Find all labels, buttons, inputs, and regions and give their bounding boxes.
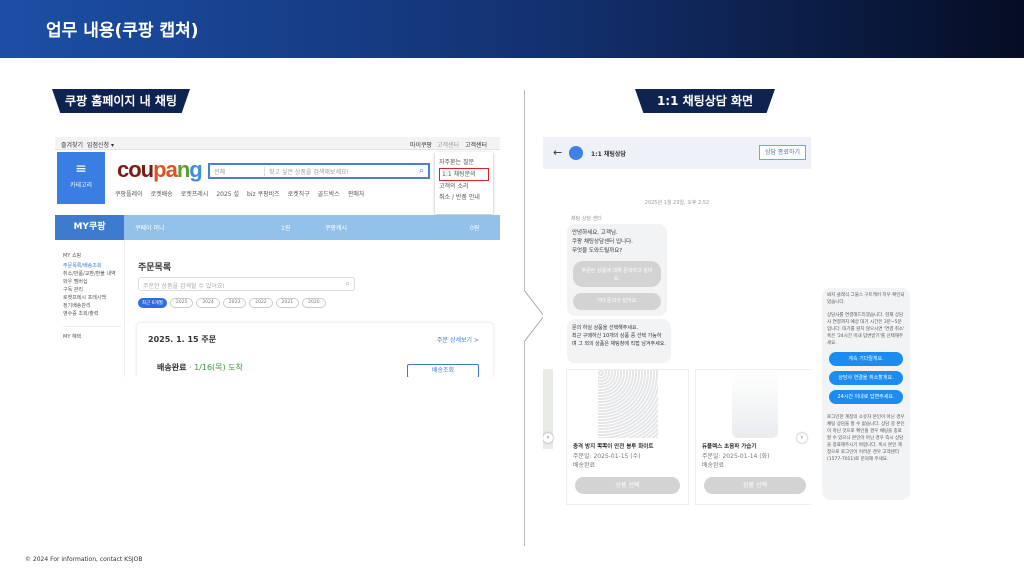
product-date: 주문일: 2025-01-14 (화) (702, 453, 770, 460)
side-item[interactable]: 와우 멤버십 (63, 278, 121, 286)
delivery-date: · 1/16(목) 도착 (186, 363, 243, 372)
side-item[interactable]: 영수증 조회/출력 (63, 310, 121, 318)
product-status: 배송완료 (702, 462, 725, 469)
keep-waiting-button[interactable]: 계속 기다릴게요. (829, 352, 903, 366)
product-card: 듀플렉스 초음파 가습기주문일: 2025-01-14 (화) 배송완료 상품 선… (695, 369, 811, 505)
option-order-inquiry-button[interactable]: 주문한 상품에 대해 문의하고 싶어요. (573, 261, 661, 287)
category-button[interactable]: ≡ 카테고리 (57, 152, 105, 204)
year-filter[interactable]: 최근 6개월 (138, 298, 167, 308)
coupay-label: 쿠페이 머니 (135, 225, 165, 232)
product-image (597, 370, 658, 438)
quick-link[interactable]: biz 쿠팡비즈 (247, 189, 280, 198)
left-section-tag: 쿠팡 홈페이지 내 채팅 (52, 89, 190, 113)
year-filter[interactable]: 2022 (249, 298, 273, 308)
year-filter[interactable]: 2024 (196, 298, 220, 308)
year-filter[interactable]: 2023 (222, 298, 247, 308)
footer-text: © 2024 For information, contact KSJOB (25, 556, 143, 563)
quick-links: 쿠팡플레이 로켓배송 로켓프레시 2025 설 biz 쿠팡비즈 로켓직구 골드박스 판매자 (115, 189, 364, 198)
cash-label: 쿠팡캐시 (325, 225, 348, 232)
dropdown-item-voice[interactable]: 고객의 소리 (439, 181, 489, 192)
search-bar[interactable]: 전체 찾고 싶은 상품을 검색해보세요! ⌕ (208, 163, 430, 179)
quick-link[interactable]: 판매자 (348, 189, 365, 198)
product-name: 충격 방지 뽁뽁이 안전 봉투 화이트 (573, 444, 654, 450)
quick-link[interactable]: 로켓프레시 (181, 189, 209, 198)
side-menu: MY 쇼핑 주문목록/배송조회 취소/반품/교환/환불 내역 와우 멤버십 구독… (63, 252, 121, 341)
cs-menu[interactable]: 고객센터 (437, 140, 459, 149)
chat-avatar (569, 146, 583, 160)
side-item[interactable]: 로켓프레시 프레시백 (63, 294, 121, 302)
chat-timestamp: 2025년 1월 23일, 오후 2:52 (644, 200, 710, 206)
reply-within-24h-button[interactable]: 24시간 이내로 답변주세요. (829, 390, 903, 404)
quick-link[interactable]: 로켓직구 (288, 189, 310, 198)
coupang-screenshot: 즐겨찾기 입점신청 ▾ 마이쿠팡 고객센터 고객센터 ≡ 카테고리 coupan… (55, 137, 500, 377)
side-item[interactable]: 주문목록/배송조회 (63, 262, 121, 270)
side-item[interactable]: 구독 관리 (63, 286, 121, 294)
track-delivery-button[interactable]: 배송조회 (407, 364, 479, 377)
quick-link[interactable]: 쿠팡플레이 (115, 189, 143, 198)
product-status: 배송완료 (573, 462, 596, 469)
product-name: 듀플렉스 초음파 가습기 (702, 444, 757, 450)
select-product-button[interactable]: 상품 선택 (575, 477, 680, 494)
title-bar: 업무 내용(쿠팡 캡쳐) (0, 0, 1024, 58)
back-arrow-icon[interactable]: ← (553, 146, 562, 159)
order-date: 2025. 1. 15 주문 (148, 335, 217, 344)
quick-link[interactable]: 로켓배송 (151, 189, 173, 198)
order-title: 주문목록 (138, 263, 172, 273)
chat-message: 봐지 클래식 그물스 구트케어 지우 확인되었습니다. (827, 293, 905, 305)
mycoupang-link[interactable]: 마이쿠팡 (410, 140, 432, 149)
product-image (732, 370, 778, 438)
product-date: 주문일: 2025-01-15 (수) (573, 453, 641, 460)
cs-dropdown: 자주묻는 질문 1:1 채팅문의 고객의 소리 취소 / 반품 안내 (435, 152, 493, 214)
year-filters: 최근 6개월 2025 2024 2023 2022 2021 2020 (138, 298, 326, 308)
search-icon[interactable]: ⌕ (419, 166, 428, 176)
quick-link[interactable]: 2025 설 (216, 189, 239, 198)
quick-link[interactable]: 골드박스 (318, 189, 340, 198)
category-label: 카테고리 (69, 182, 93, 189)
chat-title: 1:1 채팅상담 (591, 151, 626, 158)
dropdown-item-return[interactable]: 취소 / 반품 안내 (439, 192, 489, 203)
search-input[interactable]: 찾고 싶은 상품을 검색해보세요! (265, 167, 419, 176)
option-other-inquiry-button[interactable]: 기타 문의가 있어요. (573, 293, 661, 310)
cancel-connection-button[interactable]: 상담사 연결을 취소할게요. (829, 371, 903, 385)
order-search-input[interactable]: 주문한 상품을 검색할 수 있어요! ⌕ (138, 277, 355, 291)
side-heading: MY 혜택 (63, 326, 121, 341)
side-item[interactable]: 취소/반품/교환/환불 내역 (63, 270, 121, 278)
menu-icon: ≡ (75, 161, 87, 177)
cash-value: 0원 (470, 225, 480, 232)
side-heading: MY 쇼핑 (63, 253, 82, 259)
chevron-left-icon[interactable]: ‹ (543, 433, 553, 443)
greeting-text: 안녕하세요, 고객님. 쿠팡 채팅상담센터 입니다. 무엇을 도와드릴까요? (572, 230, 633, 254)
mycoupang-title[interactable]: MY쿠팡 (55, 215, 124, 240)
select-prompt-bubble: 문의 하실 상품을 선택해주세요. 최근 구매하신 10개의 상품 중 선택 가… (567, 319, 671, 363)
select-product-button[interactable]: 상품 선택 (704, 477, 806, 494)
dropdown-item-faq[interactable]: 자주묻는 질문 (439, 157, 489, 168)
product-card: 충격 방지 뽁뽁이 안전 봉투 화이트주문일: 2025-01-15 (수) 배송… (566, 369, 689, 505)
chat-message: 상담사를 연결해드리겠습니다. 현재 상담사 연결까지 예상 대기 시간은 3분… (827, 313, 905, 346)
bookmark-link[interactable]: 즐겨찾기 (61, 140, 83, 149)
chat-continuation: 봐지 클래식 그물스 구트케어 지우 확인되었습니다. 상담사를 연결해드리겠습… (822, 288, 910, 500)
chevron-right-icon[interactable]: › (797, 433, 807, 443)
sender-name: 채팅 상담 센터 (571, 216, 602, 222)
chat-message: 로그인한 계정의 소유자 본인이 아닌 경우 채팅 상담을 할 수 없습니다. … (827, 415, 905, 462)
delivery-status: 배송완료 (157, 363, 187, 372)
search-icon[interactable]: ⌕ (346, 280, 350, 288)
chat-screenshot: ← 1:1 채팅상담 상담 종료하기 2025년 1월 23일, 오후 2:52… (543, 137, 811, 505)
order-search-placeholder: 주문한 상품을 검색할 수 있어요! (143, 283, 225, 290)
search-category[interactable]: 전체 (210, 166, 265, 176)
side-item[interactable]: 정기배송관리 (63, 302, 121, 310)
seller-link[interactable]: 입점신청 ▾ (87, 140, 114, 149)
coupay-value: 1원 (281, 225, 291, 232)
year-filter[interactable]: 2025 (169, 298, 194, 308)
cs-link[interactable]: 고객센터 (465, 140, 487, 149)
order-detail-link[interactable]: 주문 상세보기 > (437, 335, 479, 344)
coupang-logo[interactable]: coupang (117, 157, 203, 183)
year-filter[interactable]: 2020 (302, 298, 326, 308)
right-section-tag: 1:1 채팅상담 화면 (635, 89, 775, 113)
slide-title: 업무 내용(쿠팡 캡쳐) (46, 21, 199, 41)
end-chat-button[interactable]: 상담 종료하기 (759, 145, 806, 160)
year-filter[interactable]: 2021 (275, 298, 300, 308)
dropdown-item-chat[interactable]: 1:1 채팅문의 (439, 168, 489, 181)
